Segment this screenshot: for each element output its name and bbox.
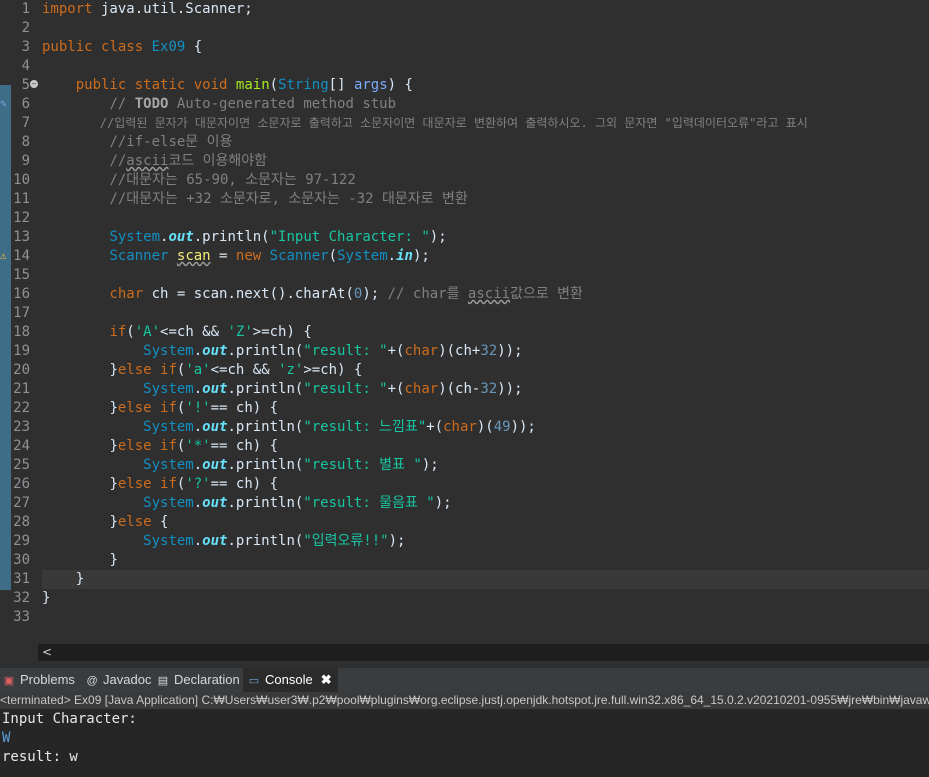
line-number: 2 xyxy=(21,20,30,36)
line-number: 23 xyxy=(13,419,30,435)
warning-marker-icon[interactable]: ⚠ xyxy=(0,250,12,262)
console-process-header: <terminated> Ex09 [Java Application] C:₩… xyxy=(0,692,929,709)
code-editor[interactable]: 1 2 3 4 5 6 7 8 9 10 11 12 13 14 15 16 17 18 19 20 21 22 23 24 2… xyxy=(0,0,929,644)
line-number: 29 xyxy=(13,533,30,549)
horizontal-scrollbar[interactable]: < xyxy=(38,644,929,661)
line-number: 22 xyxy=(13,400,30,416)
console-output[interactable]: Input Character: W result: w xyxy=(0,709,929,777)
line-number: 24 xyxy=(13,438,30,454)
line-number: 31 xyxy=(13,571,30,587)
code-line-31: } xyxy=(42,570,929,589)
line-number: 30 xyxy=(13,552,30,568)
code-line-19: System.out.println("result: "+(char)(ch+… xyxy=(143,343,523,359)
code-line-28: }else { xyxy=(109,514,169,530)
line-number: 15 xyxy=(13,267,30,283)
code-line-7: //입력된 문자가 대문자이면 소문자로 출력하고 소문자이면 대문자로 변환하… xyxy=(99,116,808,130)
scrollbar-gutter xyxy=(0,644,38,661)
line-number: 11 xyxy=(13,191,30,207)
tab-problems[interactable]: ▣ Problems xyxy=(2,668,75,692)
line-number-gutter: 1 2 3 4 5 6 7 8 9 10 11 12 13 14 15 16 17 18 19 20 21 22 23 24 2… xyxy=(0,0,38,644)
line-number: 28 xyxy=(13,514,30,530)
code-line-25: System.out.println("result: 별표 "); xyxy=(143,457,439,473)
code-line-30: } xyxy=(109,552,118,568)
code-line-32: } xyxy=(42,590,51,606)
line-number: 8 xyxy=(21,134,30,150)
line-number: 13 xyxy=(13,229,30,245)
line-number: 10 xyxy=(13,172,30,188)
code-line-11: //대문자는 +32 소문자로, 소문자는 -32 대문자로 변환 xyxy=(109,191,468,207)
line-number: 18 xyxy=(13,324,30,340)
line-number: 12 xyxy=(13,210,30,226)
problems-icon: ▣ xyxy=(3,674,15,687)
code-line-23: System.out.println("result: 느낌표"+(char)(… xyxy=(143,419,536,435)
console-line: Input Character: xyxy=(2,711,137,727)
task-marker-icon[interactable]: ✎ xyxy=(0,98,12,110)
line-number: 26 xyxy=(13,476,30,492)
code-line-6: // TODO Auto-generated method stub xyxy=(109,96,397,112)
console-line: result: w xyxy=(2,749,78,765)
tab-declaration-label: Declaration xyxy=(174,672,240,687)
line-number: 20 xyxy=(13,362,30,378)
declaration-icon: ▤ xyxy=(157,674,169,687)
tab-console[interactable]: ▭ Console ✖ xyxy=(243,668,338,692)
code-line-14: Scanner scan = new Scanner(System.in); xyxy=(109,248,430,264)
code-line-21: System.out.println("result: "+(char)(ch-… xyxy=(143,381,523,397)
tab-javadoc[interactable]: @ Javadoc xyxy=(85,668,151,692)
tab-declaration[interactable]: ▤ Declaration xyxy=(156,668,240,692)
line-number: 25 xyxy=(13,457,30,473)
tab-javadoc-label: Javadoc xyxy=(103,672,152,687)
line-number: 3 xyxy=(21,39,30,55)
panel-separator xyxy=(0,661,929,668)
line-number: 19 xyxy=(13,343,30,359)
code-area[interactable]: import java.util.Scanner; public class E… xyxy=(42,0,929,630)
line-number: 7 xyxy=(21,115,30,131)
line-number: 9 xyxy=(21,153,30,169)
code-line-13: System.out.println("Input Character: "); xyxy=(109,229,447,245)
code-line-18: if('A'<=ch && 'Z'>=ch) { xyxy=(109,324,312,340)
line-number: 33 xyxy=(13,609,30,625)
line-number: 16 xyxy=(13,286,30,302)
tab-console-label: Console xyxy=(265,672,313,687)
fold-collapse-icon[interactable]: − xyxy=(30,80,38,88)
code-line-16: char ch = scan.next().charAt(0); // char… xyxy=(109,286,583,302)
line-number: 5 xyxy=(21,77,30,93)
tab-problems-label: Problems xyxy=(20,672,75,687)
console-input-line: W xyxy=(2,730,11,746)
scroll-left-arrow-icon[interactable]: < xyxy=(42,644,54,661)
code-line-20: }else if('a'<=ch && 'z'>=ch) { xyxy=(109,362,363,378)
line-number: 1 xyxy=(21,1,30,17)
code-line-27: System.out.println("result: 물음표 "); xyxy=(143,495,452,511)
code-line-5: public static void main(String[] args) { xyxy=(75,77,413,93)
code-line-3: public class Ex09 { xyxy=(42,39,203,55)
code-line-29: System.out.println("입력오류!!"); xyxy=(143,533,406,549)
line-number: 21 xyxy=(13,381,30,397)
panel-tab-bar: ▣ Problems @ Javadoc ▤ Declaration ▭ Console… xyxy=(0,668,929,692)
line-number: 32 xyxy=(13,590,30,606)
console-icon: ▭ xyxy=(248,674,260,687)
code-line-8: //if-else문 이용 xyxy=(109,134,233,150)
close-icon[interactable]: ✖ xyxy=(321,668,332,692)
code-line-10: //대문자는 65-90, 소문자는 97-122 xyxy=(109,172,356,188)
code-line-22: }else if('!'== ch) { xyxy=(109,400,279,416)
code-line-24: }else if('*'== ch) { xyxy=(109,438,279,454)
line-number: 17 xyxy=(13,305,30,321)
code-line-26: }else if('?'== ch) { xyxy=(109,476,279,492)
code-line-9: //ascii코드 이용해야함 xyxy=(109,153,268,169)
code-line-1: import java.util.Scanner; xyxy=(42,1,253,17)
javadoc-icon: @ xyxy=(86,674,98,687)
line-number: 4 xyxy=(21,58,30,74)
line-number: 27 xyxy=(13,495,30,511)
